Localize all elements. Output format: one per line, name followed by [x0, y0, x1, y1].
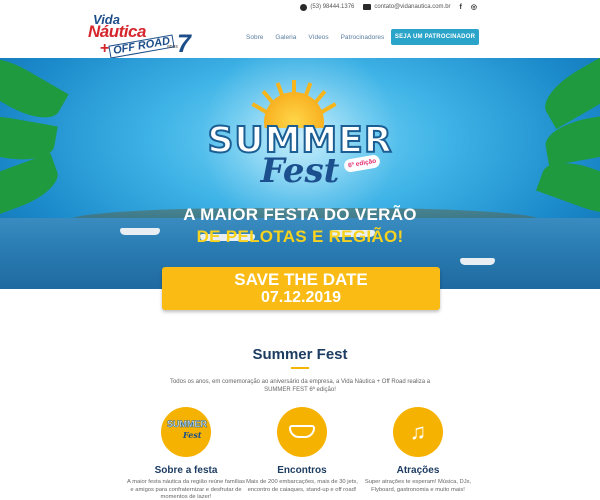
- hero-banner: SUMMER Fest 6ª edição A MAIOR FESTA DO V…: [0, 58, 600, 289]
- nav-patrocinadores[interactable]: Patrocinadores: [341, 34, 385, 41]
- music-note-icon: ♫: [393, 407, 443, 457]
- phone-text: (53) 98444.1376: [310, 4, 355, 10]
- save-the-date-banner: SAVE THE DATE 07.12.2019: [162, 267, 440, 310]
- facebook-icon[interactable]: f: [460, 4, 462, 11]
- feature-encontros: Encontros Mais de 200 embarcações, mais …: [242, 407, 362, 494]
- music-note-glyph: ♫: [409, 419, 427, 444]
- instagram-icon[interactable]: ◎: [471, 3, 477, 11]
- feature-name: Atrações: [396, 465, 440, 476]
- title-underline: [291, 367, 309, 369]
- mini-logo-summer: SUMMER: [167, 419, 208, 430]
- logo-line-nautica: Náutica: [88, 22, 146, 41]
- feature-desc: Super atrações te esperam! Música, DJs, …: [364, 479, 472, 493]
- feature-name: Sobre a festa: [154, 465, 218, 476]
- boat-image: [460, 258, 495, 265]
- feature-desc: Mais de 200 embarcações, mais de 30 jets…: [246, 479, 358, 493]
- whatsapp-icon: [300, 3, 308, 11]
- logo[interactable]: Vida Náutica + OFF ROAD anos 7: [88, 12, 198, 59]
- hero-tagline-1: A MAIOR FESTA DO VERÃO: [183, 205, 417, 224]
- email-contact[interactable]: contato@vidanautica.com.br: [363, 4, 451, 10]
- save-the-date-label: SAVE THE DATE: [234, 270, 368, 289]
- boat-icon: [277, 407, 327, 457]
- main-nav: Sobre Galeria Vídeos Patrocinadores: [246, 34, 384, 41]
- phone-contact[interactable]: (53) 98444.1376: [300, 3, 355, 11]
- event-date: 07.12.2019: [260, 289, 342, 306]
- summer-fest-logo-icon: SUMMER Fest: [161, 407, 211, 457]
- site-header: Vida Náutica + OFF ROAD anos 7 (53) 9844…: [0, 0, 600, 59]
- nav-videos[interactable]: Vídeos: [308, 34, 328, 41]
- nav-galeria[interactable]: Galeria: [275, 34, 296, 41]
- section-intro: Todos os anos, em comemoração ao anivers…: [169, 379, 431, 393]
- feature-name: Encontros: [277, 465, 327, 476]
- hero-title-fest: Fest: [260, 151, 340, 191]
- section-title: Summer Fest: [252, 346, 348, 363]
- feature-atracoes: ♫ Atrações Super atrações te esperam! Mú…: [358, 407, 478, 494]
- logo-anos-number: 7: [177, 30, 191, 58]
- feature-desc: A maior festa náutica da região reúne fa…: [127, 479, 245, 500]
- nav-sobre[interactable]: Sobre: [246, 34, 263, 41]
- contact-bar: (53) 98444.1376 contato@vidanautica.com.…: [300, 3, 477, 11]
- hero-tagline-2: DE PELOTAS E REGIÃO!: [196, 227, 404, 246]
- feature-sobre: SUMMER Fest Sobre a festa A maior festa …: [126, 407, 246, 500]
- email-text: contato@vidanautica.com.br: [374, 4, 451, 10]
- mini-logo-fest: Fest: [183, 430, 202, 440]
- mail-icon: [363, 4, 372, 10]
- sponsor-button[interactable]: SEJA UM PATROCINADOR: [391, 29, 479, 45]
